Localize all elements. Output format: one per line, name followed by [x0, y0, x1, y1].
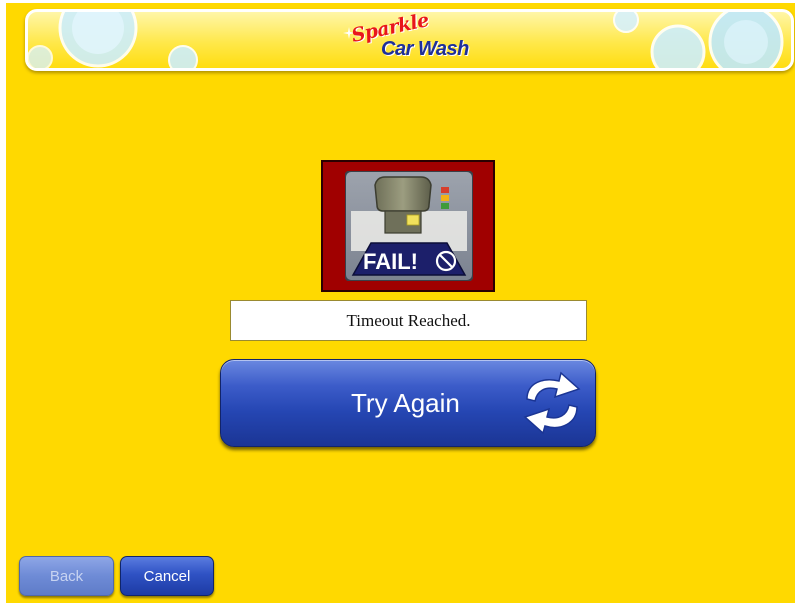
try-again-button[interactable]: Try Again — [220, 359, 596, 447]
header-banner: Sparkle Car Wash — [25, 9, 794, 71]
fail-label: FAIL! — [363, 249, 418, 274]
status-message: Timeout Reached. — [346, 310, 471, 330]
sparkle-car-wash-logo: Sparkle Car Wash — [343, 12, 483, 65]
cancel-label: Cancel — [143, 567, 191, 585]
logo-main-text: Car Wash — [381, 38, 469, 60]
cancel-button[interactable]: Cancel — [120, 556, 214, 596]
try-again-label: Try Again — [351, 388, 460, 418]
fail-status-image: FAIL! — [321, 160, 495, 292]
back-button[interactable]: Back — [19, 556, 114, 596]
back-label: Back — [49, 567, 84, 585]
fail-icon: FAIL! — [345, 171, 473, 281]
status-message-box: Timeout Reached. — [230, 300, 587, 341]
refresh-icon — [523, 371, 581, 435]
kiosk-screen: Sparkle Car Wash FAIL! Timeout Reached. … — [6, 3, 795, 603]
